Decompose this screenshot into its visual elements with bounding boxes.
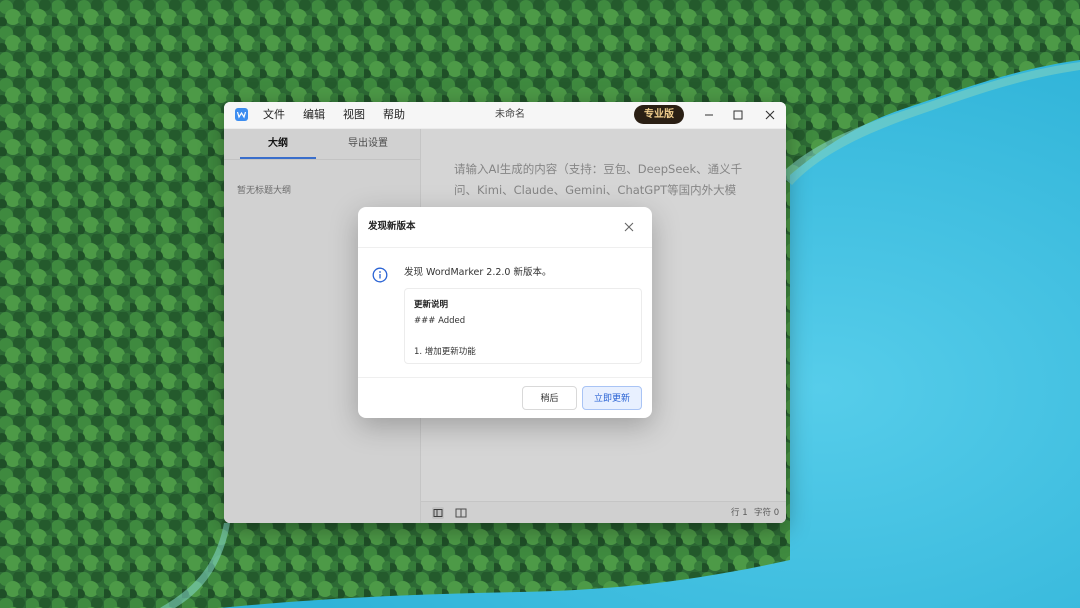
update-dialog: 发现新版本 发现 WordMarker 2.2.0 新版本。 更新说明 ### … xyxy=(358,207,652,418)
menu-view[interactable]: 视图 xyxy=(343,102,373,128)
maximize-button[interactable] xyxy=(724,102,752,128)
release-notes-box: 更新说明 ### Added 1. 增加更新功能 xyxy=(404,288,642,364)
minimize-icon xyxy=(705,114,713,116)
close-icon xyxy=(765,110,775,120)
release-notes-line: 1. 增加更新功能 xyxy=(414,347,476,357)
later-button[interactable]: 稍后 xyxy=(522,386,577,410)
close-window-button[interactable] xyxy=(756,102,784,128)
dialog-close-icon[interactable] xyxy=(623,221,635,233)
dialog-header: 发现新版本 xyxy=(358,207,652,248)
menu-bar: 文件 编辑 视图 帮助 xyxy=(263,102,423,128)
app-logo-icon xyxy=(235,108,248,121)
title-bar: 文件 编辑 视图 帮助 未命名 专业版 xyxy=(224,102,786,129)
pro-badge-button[interactable]: 专业版 xyxy=(634,105,684,124)
info-icon xyxy=(372,267,388,283)
menu-edit[interactable]: 编辑 xyxy=(303,102,333,128)
dialog-title: 发现新版本 xyxy=(368,221,416,232)
release-notes-line: ### Added xyxy=(414,316,466,326)
menu-file[interactable]: 文件 xyxy=(263,102,293,128)
dialog-message: 发现 WordMarker 2.2.0 新版本。 xyxy=(404,267,552,278)
release-notes-title: 更新说明 xyxy=(414,300,449,310)
menu-help[interactable]: 帮助 xyxy=(383,102,413,128)
update-now-button[interactable]: 立即更新 xyxy=(582,386,642,410)
maximize-icon xyxy=(733,110,743,120)
minimize-button[interactable] xyxy=(695,102,723,128)
document-title: 未命名 xyxy=(495,109,525,120)
